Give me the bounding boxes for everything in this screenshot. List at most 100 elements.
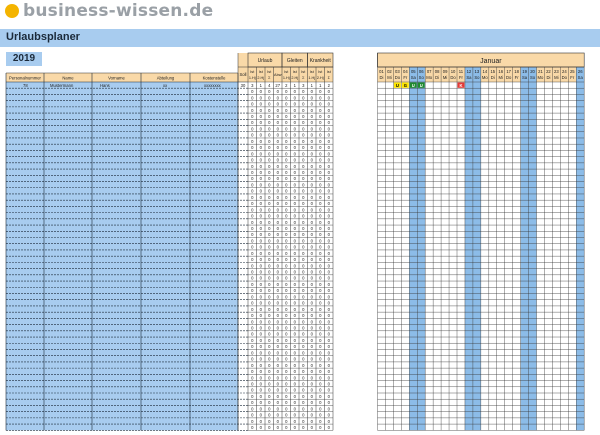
summary-value: 0 <box>328 294 331 299</box>
row-kostenstelle[interactable]: xxxxxxxx <box>204 83 222 88</box>
row-personalnummer[interactable]: 78 <box>23 83 28 88</box>
summary-value: 0 <box>319 319 322 324</box>
summary-value: 0 <box>328 182 331 187</box>
summary-value: 0 <box>311 282 314 287</box>
summary-value: 0 <box>294 425 297 430</box>
summary-value: 0 <box>311 288 314 293</box>
summary-value: 0 <box>251 313 254 318</box>
summary-value: 0 <box>285 120 288 125</box>
summary-value: 0 <box>328 251 331 256</box>
summary-value: 0 <box>285 282 288 287</box>
summary-value: 1 <box>260 83 263 88</box>
summary-value: 0 <box>260 201 263 206</box>
summary-value: 0 <box>319 251 322 256</box>
summary-value: 0 <box>302 95 305 100</box>
summary-value: 0 <box>328 326 331 331</box>
summary-value: 0 <box>285 425 288 430</box>
row-name[interactable]: Mustermann <box>50 83 74 88</box>
summary-value: 0 <box>251 276 254 281</box>
summary-value: 0 <box>328 126 331 131</box>
row-vorname[interactable]: Hans <box>100 83 110 88</box>
summary-value: 0 <box>251 151 254 156</box>
summary-value: 0 <box>328 263 331 268</box>
summary-value: 0 <box>268 332 271 337</box>
summary-value: 0 <box>285 251 288 256</box>
summary-value: 0 <box>285 201 288 206</box>
summary-value: 0 <box>311 120 314 125</box>
summary-value: 0 <box>251 375 254 380</box>
summary-value: 0 <box>268 313 271 318</box>
summary-value: 0 <box>302 257 305 262</box>
summary-value: 0 <box>302 126 305 131</box>
summary-value: 0 <box>268 220 271 225</box>
summary-value: 0 <box>268 294 271 299</box>
summary-value: 0 <box>328 245 331 250</box>
summary-value: 0 <box>268 363 271 368</box>
summary-value: 0 <box>251 195 254 200</box>
summary-value: 0 <box>294 406 297 411</box>
summary-value: 0 <box>277 102 280 107</box>
summary-value: 0 <box>268 238 271 243</box>
weekday-label: Mi <box>443 75 447 80</box>
summary-value: 0 <box>268 102 271 107</box>
summary-value: 0 <box>302 145 305 150</box>
summary-value: 0 <box>311 158 314 163</box>
summary-value: 0 <box>268 195 271 200</box>
summary-value: 0 <box>251 251 254 256</box>
summary-value: 0 <box>285 419 288 424</box>
summary-value: 0 <box>260 238 263 243</box>
summary-value: 0 <box>319 350 322 355</box>
summary-value: 0 <box>319 282 322 287</box>
summary-value: 0 <box>268 406 271 411</box>
summary-value: 0 <box>294 313 297 318</box>
summary-value: 0 <box>268 108 271 113</box>
summary-value: 0 <box>311 276 314 281</box>
summary-value: 0 <box>319 375 322 380</box>
summary-value: 0 <box>328 313 331 318</box>
summary-value: 0 <box>260 344 263 349</box>
summary-value: 0 <box>302 282 305 287</box>
summary-value: 0 <box>251 108 254 113</box>
summary-subheader: Abw <box>274 73 282 77</box>
summary-value: 0 <box>302 108 305 113</box>
summary-value: 0 <box>302 120 305 125</box>
summary-value: 0 <box>277 313 280 318</box>
summary-value: 0 <box>260 133 263 138</box>
summary-value: 0 <box>251 220 254 225</box>
summary-value: 0 <box>260 288 263 293</box>
summary-value: 0 <box>294 220 297 225</box>
day-number: 19 <box>522 69 527 74</box>
summary-value: 0 <box>260 319 263 324</box>
summary-value: 0 <box>294 363 297 368</box>
summary-value: 0 <box>302 270 305 275</box>
summary-value: 0 <box>268 350 271 355</box>
summary-value: 0 <box>319 369 322 374</box>
summary-value: 0 <box>294 344 297 349</box>
summary-value: 0 <box>285 357 288 362</box>
summary-value: 0 <box>311 319 314 324</box>
summary-value: 0 <box>294 120 297 125</box>
summary-value: 0 <box>285 276 288 281</box>
summary-value: 0 <box>302 332 305 337</box>
summary-value: 0 <box>277 301 280 306</box>
day-number: 26 <box>578 69 583 74</box>
summary-value: 0 <box>311 176 314 181</box>
summary-value: 0 <box>311 307 314 312</box>
summary-value: 0 <box>268 189 271 194</box>
summary-value: 0 <box>285 301 288 306</box>
summary-value: 0 <box>277 288 280 293</box>
summary-value: 0 <box>277 307 280 312</box>
summary-value: 0 <box>319 257 322 262</box>
summary-value: 0 <box>302 263 305 268</box>
day-number: 16 <box>498 69 503 74</box>
summary-value: 0 <box>294 195 297 200</box>
summary-value: 0 <box>251 232 254 237</box>
summary-value: 0 <box>260 189 263 194</box>
summary-value: 0 <box>328 270 331 275</box>
summary-value: 0 <box>294 207 297 212</box>
summary-value: 0 <box>268 400 271 405</box>
row-soll[interactable]: 30 <box>241 83 246 88</box>
day-number: 17 <box>506 69 511 74</box>
summary-value: 0 <box>268 245 271 250</box>
summary-value: 0 <box>260 95 263 100</box>
